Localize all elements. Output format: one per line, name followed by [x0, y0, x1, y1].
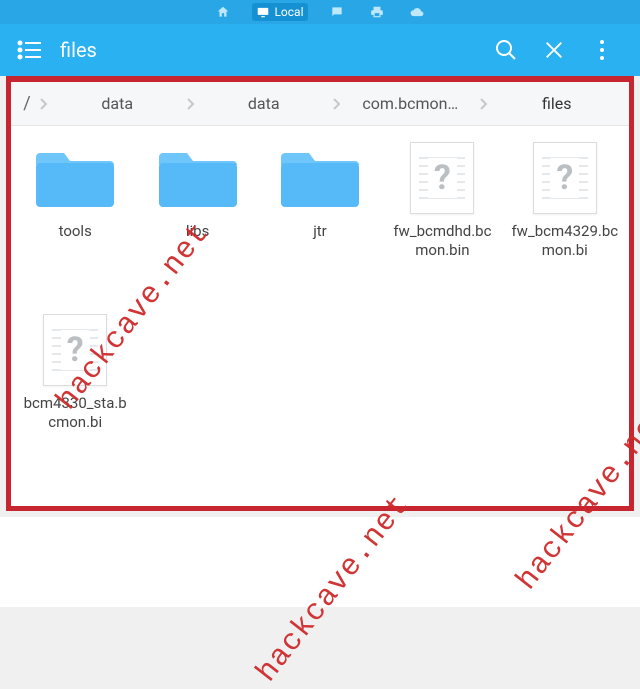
menu-button[interactable] [14, 40, 44, 60]
breadcrumb-root[interactable]: / [15, 93, 39, 114]
status-bar: Local [0, 0, 640, 24]
unknown-file-icon: ? [401, 142, 483, 214]
file-item[interactable]: ? fw_bcm4329.bcmon.bi [507, 142, 623, 294]
item-label: libs [186, 222, 209, 260]
unknown-file-icon: ? [524, 142, 606, 214]
breadcrumb-segment-current: files [489, 94, 626, 113]
item-label: fw_bcm4329.bcmon.bi [510, 222, 620, 260]
status-tab-cloud[interactable] [406, 3, 428, 21]
app-bar: files [0, 24, 640, 76]
folder-item[interactable]: jtr [262, 142, 378, 294]
breadcrumb: / data data com.bcmon… files [11, 82, 629, 126]
file-grid: tools libs jtr ? fw_bcmdhd.bcmon.bin ? f… [11, 126, 629, 506]
chevron-right-icon [479, 97, 489, 111]
folder-icon [34, 142, 116, 214]
breadcrumb-segment[interactable]: com.bcmon… [342, 94, 479, 113]
item-label: jtr [313, 222, 327, 260]
blank-area [0, 517, 640, 607]
folder-item[interactable]: libs [139, 142, 255, 294]
breadcrumb-segment[interactable]: data [196, 94, 333, 113]
chevron-right-icon [186, 97, 196, 111]
highlighted-region: / data data com.bcmon… files tools [6, 76, 634, 511]
status-tab-home[interactable] [212, 3, 234, 21]
status-tab-chat[interactable] [326, 3, 348, 21]
close-button[interactable] [530, 39, 578, 61]
overflow-button[interactable] [578, 39, 626, 61]
status-tab-local[interactable]: Local [252, 3, 307, 21]
item-label: tools [59, 222, 92, 260]
unknown-file-icon: ? [34, 314, 116, 386]
folder-icon [157, 142, 239, 214]
status-tab-label: Local [274, 5, 303, 19]
folder-icon [279, 142, 361, 214]
file-item[interactable]: ? fw_bcmdhd.bcmon.bin [384, 142, 500, 294]
item-label: bcm4330_sta.bcmon.bi [20, 394, 130, 432]
item-label: fw_bcmdhd.bcmon.bin [387, 222, 497, 260]
chevron-right-icon [332, 97, 342, 111]
page-title: files [60, 38, 97, 62]
chevron-right-icon [39, 97, 49, 111]
status-tab-print[interactable] [366, 3, 388, 21]
file-item[interactable]: ? bcm4330_sta.bcmon.bi [17, 314, 133, 466]
folder-item[interactable]: tools [17, 142, 133, 294]
search-button[interactable] [482, 38, 530, 62]
breadcrumb-segment[interactable]: data [49, 94, 186, 113]
